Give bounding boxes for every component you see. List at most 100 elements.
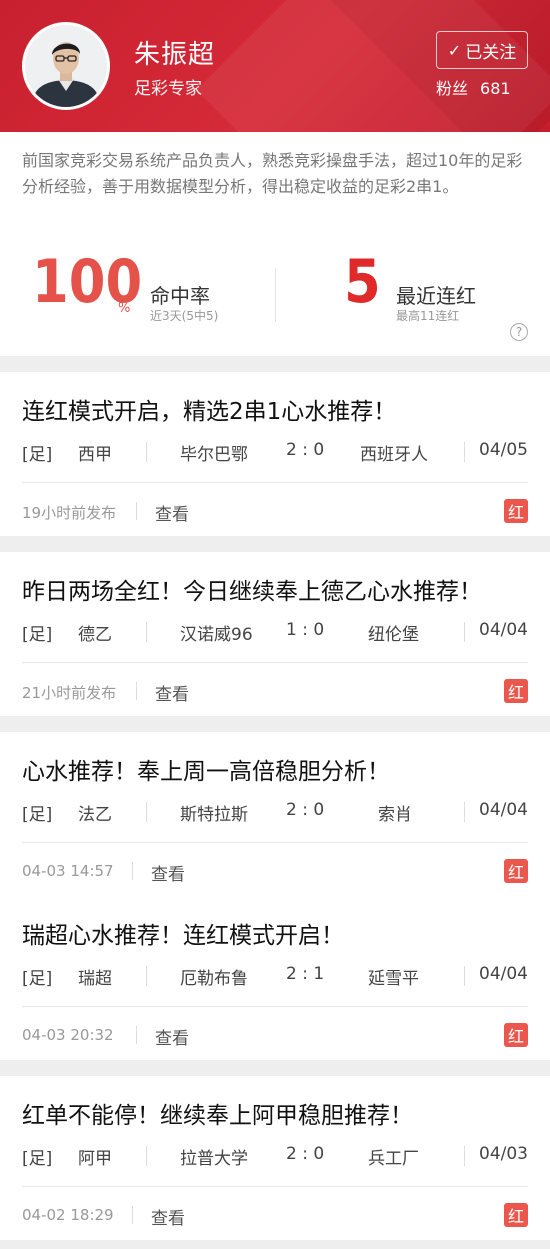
score: 2 : 0 [286,1144,325,1164]
match-date: 04/03 [479,1144,528,1164]
post-title[interactable]: 昨日两场全红！今日继续奉上德乙心水推荐！ [22,572,482,606]
streak-sub: 最高11连红 [396,309,460,323]
publish-time: 04-02 18:29 [22,1206,114,1224]
match-row: [足] 法乙 斯特拉斯 2 : 0 索肖 04/04 [22,800,528,825]
divider [22,1006,528,1007]
away-team: 兵工厂 [368,1149,419,1169]
post-card[interactable]: 昨日两场全红！今日继续奉上德乙心水推荐！ [足] 德乙 汉诺威96 1 : 0 … [0,552,550,716]
publish-time: 04-03 20:32 [22,1026,114,1044]
expert-bio: 前国家竞彩交易系统产品负责人，熟悉竞彩操盘手法，超过10年的足彩分析经验，善于用… [22,151,523,196]
hit-rate-sub: 近3天(5中5) [150,309,219,323]
divider [136,682,137,700]
result-badge: 红 [504,499,528,523]
fans-label: 粉丝 [436,79,469,98]
view-link[interactable]: 查看 [155,680,189,705]
avatar[interactable] [22,22,110,110]
post-card[interactable]: 瑞超心水推荐！连红模式开启！ [足] 瑞超 厄勒布鲁 2 : 1 延雪平 04/… [0,896,550,1060]
match-row: [足] 西甲 毕尔巴鄂 2 : 0 西班牙人 04/05 [22,440,528,465]
match-date: 04/04 [479,620,528,640]
result-badge: 红 [504,1023,528,1047]
question-icon[interactable]: ? [510,323,528,341]
league: 瑞超 [78,969,112,989]
publish-time: 21小时前发布 [22,684,117,702]
expert-title: 足彩专家 [134,79,202,99]
league: 西甲 [78,445,112,465]
sport-tag: [足] [22,445,53,465]
match-date: 04/05 [479,440,528,460]
away-team: 纽伦堡 [368,625,419,645]
score: 2 : 0 [286,800,325,820]
match-date: 04/04 [479,800,528,820]
divider [464,966,465,986]
streak-value: 5 [344,247,381,317]
follow-label: 已关注 [465,42,517,63]
home-team: 汉诺威96 [180,625,253,645]
post-title[interactable]: 心水推荐！奉上周一高倍稳胆分析！ [22,752,390,786]
home-team: 斯特拉斯 [180,805,248,825]
view-link[interactable]: 查看 [151,1204,185,1229]
match-date: 04/04 [479,964,528,984]
divider [146,622,147,642]
expert-name: 朱振超 [134,40,216,70]
league: 法乙 [78,805,112,825]
post-card[interactable]: 连红模式开启，精选2串1心水推荐！ [足] 西甲 毕尔巴鄂 2 : 0 西班牙人… [0,372,550,536]
person-icon [25,25,107,107]
match-row: [足] 德乙 汉诺威96 1 : 0 纽伦堡 04/04 [22,620,528,645]
league: 阿甲 [78,1149,112,1169]
result-badge: 红 [504,1203,528,1227]
divider [22,482,528,483]
sport-tag: [足] [22,625,53,645]
divider [146,442,147,462]
divider [132,1206,133,1224]
view-link[interactable]: 查看 [155,1024,189,1049]
sport-tag: [足] [22,969,53,989]
publish-time: 04-03 14:57 [22,862,114,880]
divider [132,862,133,880]
sport-tag: [足] [22,805,53,825]
home-team: 拉普大学 [180,1149,248,1169]
post-title[interactable]: 连红模式开启，精选2串1心水推荐！ [22,392,396,426]
match-row: [足] 瑞超 厄勒布鲁 2 : 1 延雪平 04/04 [22,964,528,989]
result-badge: 红 [504,679,528,703]
view-link[interactable]: 查看 [151,860,185,885]
stat-divider [275,268,276,322]
away-team: 延雪平 [368,969,419,989]
divider [22,842,528,843]
divider [146,802,147,822]
hit-rate-unit: % [118,301,131,316]
score: 2 : 0 [286,440,325,460]
away-team: 索肖 [378,805,412,825]
publish-time: 19小时前发布 [22,504,117,522]
fans-number: 681 [480,79,511,98]
hit-rate-label: 命中率 [150,284,210,308]
divider [146,1146,147,1166]
sport-tag: [足] [22,1149,53,1169]
divider [22,1186,528,1187]
divider [464,802,465,822]
divider [136,502,137,520]
league: 德乙 [78,625,112,645]
home-team: 厄勒布鲁 [180,969,248,989]
fans-count: 粉丝 681 [436,75,511,99]
post-card[interactable]: 红单不能停！继续奉上阿甲稳胆推荐！ [足] 阿甲 拉普大学 2 : 0 兵工厂 … [0,1076,550,1240]
expert-header: 朱振超 足彩专家 ✓ 已关注 粉丝 681 [0,0,550,132]
score: 2 : 1 [286,964,325,984]
follow-button[interactable]: ✓ 已关注 [436,31,528,69]
home-team: 毕尔巴鄂 [180,445,248,465]
divider [146,966,147,986]
check-icon: ✓ [447,40,462,60]
away-team: 西班牙人 [360,445,428,465]
post-title[interactable]: 瑞超心水推荐！连红模式开启！ [22,916,344,950]
profile-section: 前国家竞彩交易系统产品负责人，熟悉竞彩操盘手法，超过10年的足彩分析经验，善于用… [0,132,550,356]
divider [464,622,465,642]
post-card[interactable]: 心水推荐！奉上周一高倍稳胆分析！ [足] 法乙 斯特拉斯 2 : 0 索肖 04… [0,732,550,896]
streak-label: 最近连红 [396,284,476,308]
divider [464,442,465,462]
divider [136,1026,137,1044]
divider [464,1146,465,1166]
match-row: [足] 阿甲 拉普大学 2 : 0 兵工厂 04/03 [22,1144,528,1169]
divider [22,662,528,663]
post-title[interactable]: 红单不能停！继续奉上阿甲稳胆推荐！ [22,1096,413,1130]
view-link[interactable]: 查看 [155,500,189,525]
result-badge: 红 [504,859,528,883]
